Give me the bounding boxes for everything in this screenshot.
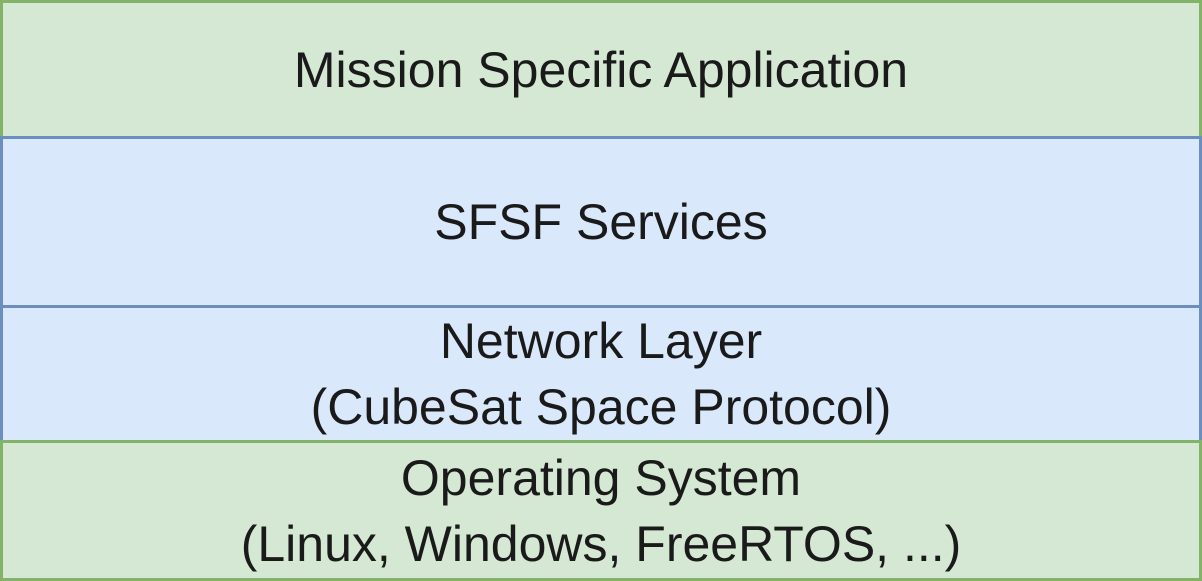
layer-label: Network Layer: [439, 313, 763, 369]
layer-network: Network Layer (CubeSat Space Protocol): [0, 305, 1202, 443]
layer-mission-specific-application: Mission Specific Application: [0, 0, 1202, 139]
layer-sfsf-services: SFSF Services: [0, 136, 1202, 308]
layer-label: SFSF Services: [434, 194, 768, 250]
layer-sublabel: (Linux, Windows, FreeRTOS, ...): [240, 515, 962, 572]
layer-label: Mission Specific Application: [293, 41, 909, 98]
layer-operating-system: Operating System (Linux, Windows, FreeRT…: [0, 440, 1202, 581]
layer-label: Operating System: [400, 449, 802, 506]
layer-sublabel: (CubeSat Space Protocol): [310, 379, 892, 435]
layer-stack-diagram: Mission Specific Application SFSF Servic…: [0, 0, 1202, 581]
